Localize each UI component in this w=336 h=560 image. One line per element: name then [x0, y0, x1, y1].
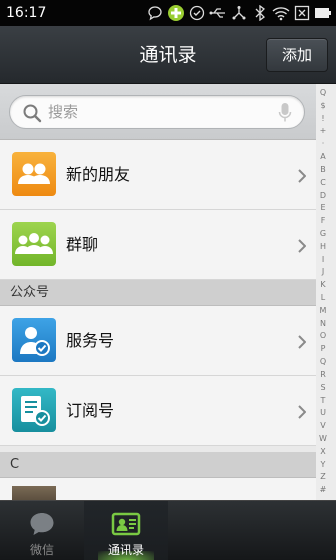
index-letter[interactable]: Z	[316, 472, 330, 482]
index-letter[interactable]: H	[316, 242, 330, 252]
group-chat-label: 群聊	[66, 235, 99, 254]
list-item-contact-partial[interactable]	[0, 478, 316, 500]
network-icon	[230, 4, 248, 22]
header: 通讯录 添加	[0, 26, 336, 84]
search-input[interactable]: 搜索	[9, 95, 305, 129]
add-button[interactable]: 添加	[266, 38, 328, 72]
contacts-card-icon	[111, 509, 141, 539]
index-letter[interactable]: F	[316, 216, 330, 226]
index-letter[interactable]: R	[316, 370, 330, 380]
status-icons	[146, 3, 332, 23]
index-letter[interactable]: D	[316, 191, 330, 201]
chevron-right-icon	[298, 168, 307, 183]
list-item-service-accounts[interactable]: 服务号	[0, 306, 316, 376]
battery-icon	[314, 4, 332, 22]
index-letter[interactable]: X	[316, 447, 330, 457]
index-letter[interactable]: E	[316, 203, 330, 213]
search-icon	[22, 103, 42, 123]
section-header-public-accounts: 公众号	[0, 280, 316, 306]
group-chat-avatar-icon	[12, 222, 56, 266]
search-area: 搜索	[0, 84, 316, 140]
subscription-account-avatar-icon	[12, 388, 56, 432]
index-letter[interactable]: !	[316, 114, 330, 124]
status-bar: 16:17	[0, 0, 336, 26]
index-letter[interactable]: S	[316, 383, 330, 393]
index-letter[interactable]: B	[316, 165, 330, 175]
index-letter[interactable]: +	[316, 126, 330, 136]
tab-wechat[interactable]: 微信	[0, 501, 84, 560]
index-letter[interactable]: U	[316, 408, 330, 418]
index-letter[interactable]: Q	[316, 88, 330, 98]
chevron-right-icon	[298, 404, 307, 419]
index-letter[interactable]: N	[316, 319, 330, 329]
tab-contacts[interactable]: 通讯录	[84, 501, 168, 560]
index-letter[interactable]: I	[316, 255, 330, 265]
index-letter[interactable]: #	[316, 485, 330, 495]
check-circle-icon	[188, 4, 206, 22]
usb-icon	[209, 4, 227, 22]
index-letter[interactable]: Q	[316, 357, 330, 367]
bottom-tab-bar: 微信 通讯录	[0, 500, 336, 560]
index-letter[interactable]: Y	[316, 460, 330, 470]
index-letter[interactable]: T	[316, 396, 330, 406]
chat-bubble-icon	[146, 4, 164, 22]
avatar	[12, 486, 56, 500]
index-letter[interactable]: G	[316, 229, 330, 239]
section-header-letter-c: C	[0, 452, 316, 478]
search-placeholder: 搜索	[48, 103, 79, 121]
microphone-icon[interactable]	[278, 102, 292, 124]
list-item-new-friends[interactable]: 新的朋友	[0, 140, 316, 210]
wifi-icon	[272, 4, 290, 22]
new-friends-avatar-icon	[12, 152, 56, 196]
new-friends-label: 新的朋友	[66, 165, 131, 184]
index-letter[interactable]: K	[316, 280, 330, 290]
index-letter[interactable]: ·	[316, 139, 330, 149]
index-letter[interactable]: V	[316, 421, 330, 431]
index-letter[interactable]: $	[316, 101, 330, 111]
close-box-icon	[293, 4, 311, 22]
index-letter[interactable]: O	[316, 331, 330, 341]
index-letter[interactable]: C	[316, 178, 330, 188]
index-letter[interactable]: P	[316, 344, 330, 354]
chat-bubble-icon	[27, 509, 57, 539]
index-letter[interactable]: W	[316, 434, 330, 444]
list-item-subscription-accounts[interactable]: 订阅号	[0, 376, 316, 446]
subscription-accounts-label: 订阅号	[66, 401, 115, 420]
index-letter[interactable]: L	[316, 293, 330, 303]
service-accounts-label: 服务号	[66, 331, 115, 350]
green-plus-icon	[167, 4, 185, 22]
index-letter[interactable]: M	[316, 306, 330, 316]
chevron-right-icon	[298, 334, 307, 349]
tab-wechat-label: 微信	[29, 543, 54, 557]
alphabet-index-bar[interactable]: Q $! + · A B C D E F G H I J K L M N O P Q R S T U V W X Y Z #	[316, 84, 336, 500]
bluetooth-icon	[251, 4, 269, 22]
list-item-group-chat[interactable]: 群聊	[0, 210, 316, 280]
tab-contacts-label: 通讯录	[107, 543, 144, 557]
service-account-avatar-icon	[12, 318, 56, 362]
chevron-right-icon	[298, 238, 307, 253]
index-letter[interactable]: A	[316, 152, 330, 162]
status-time: 16:17	[6, 5, 47, 21]
index-letter[interactable]: J	[316, 267, 330, 277]
